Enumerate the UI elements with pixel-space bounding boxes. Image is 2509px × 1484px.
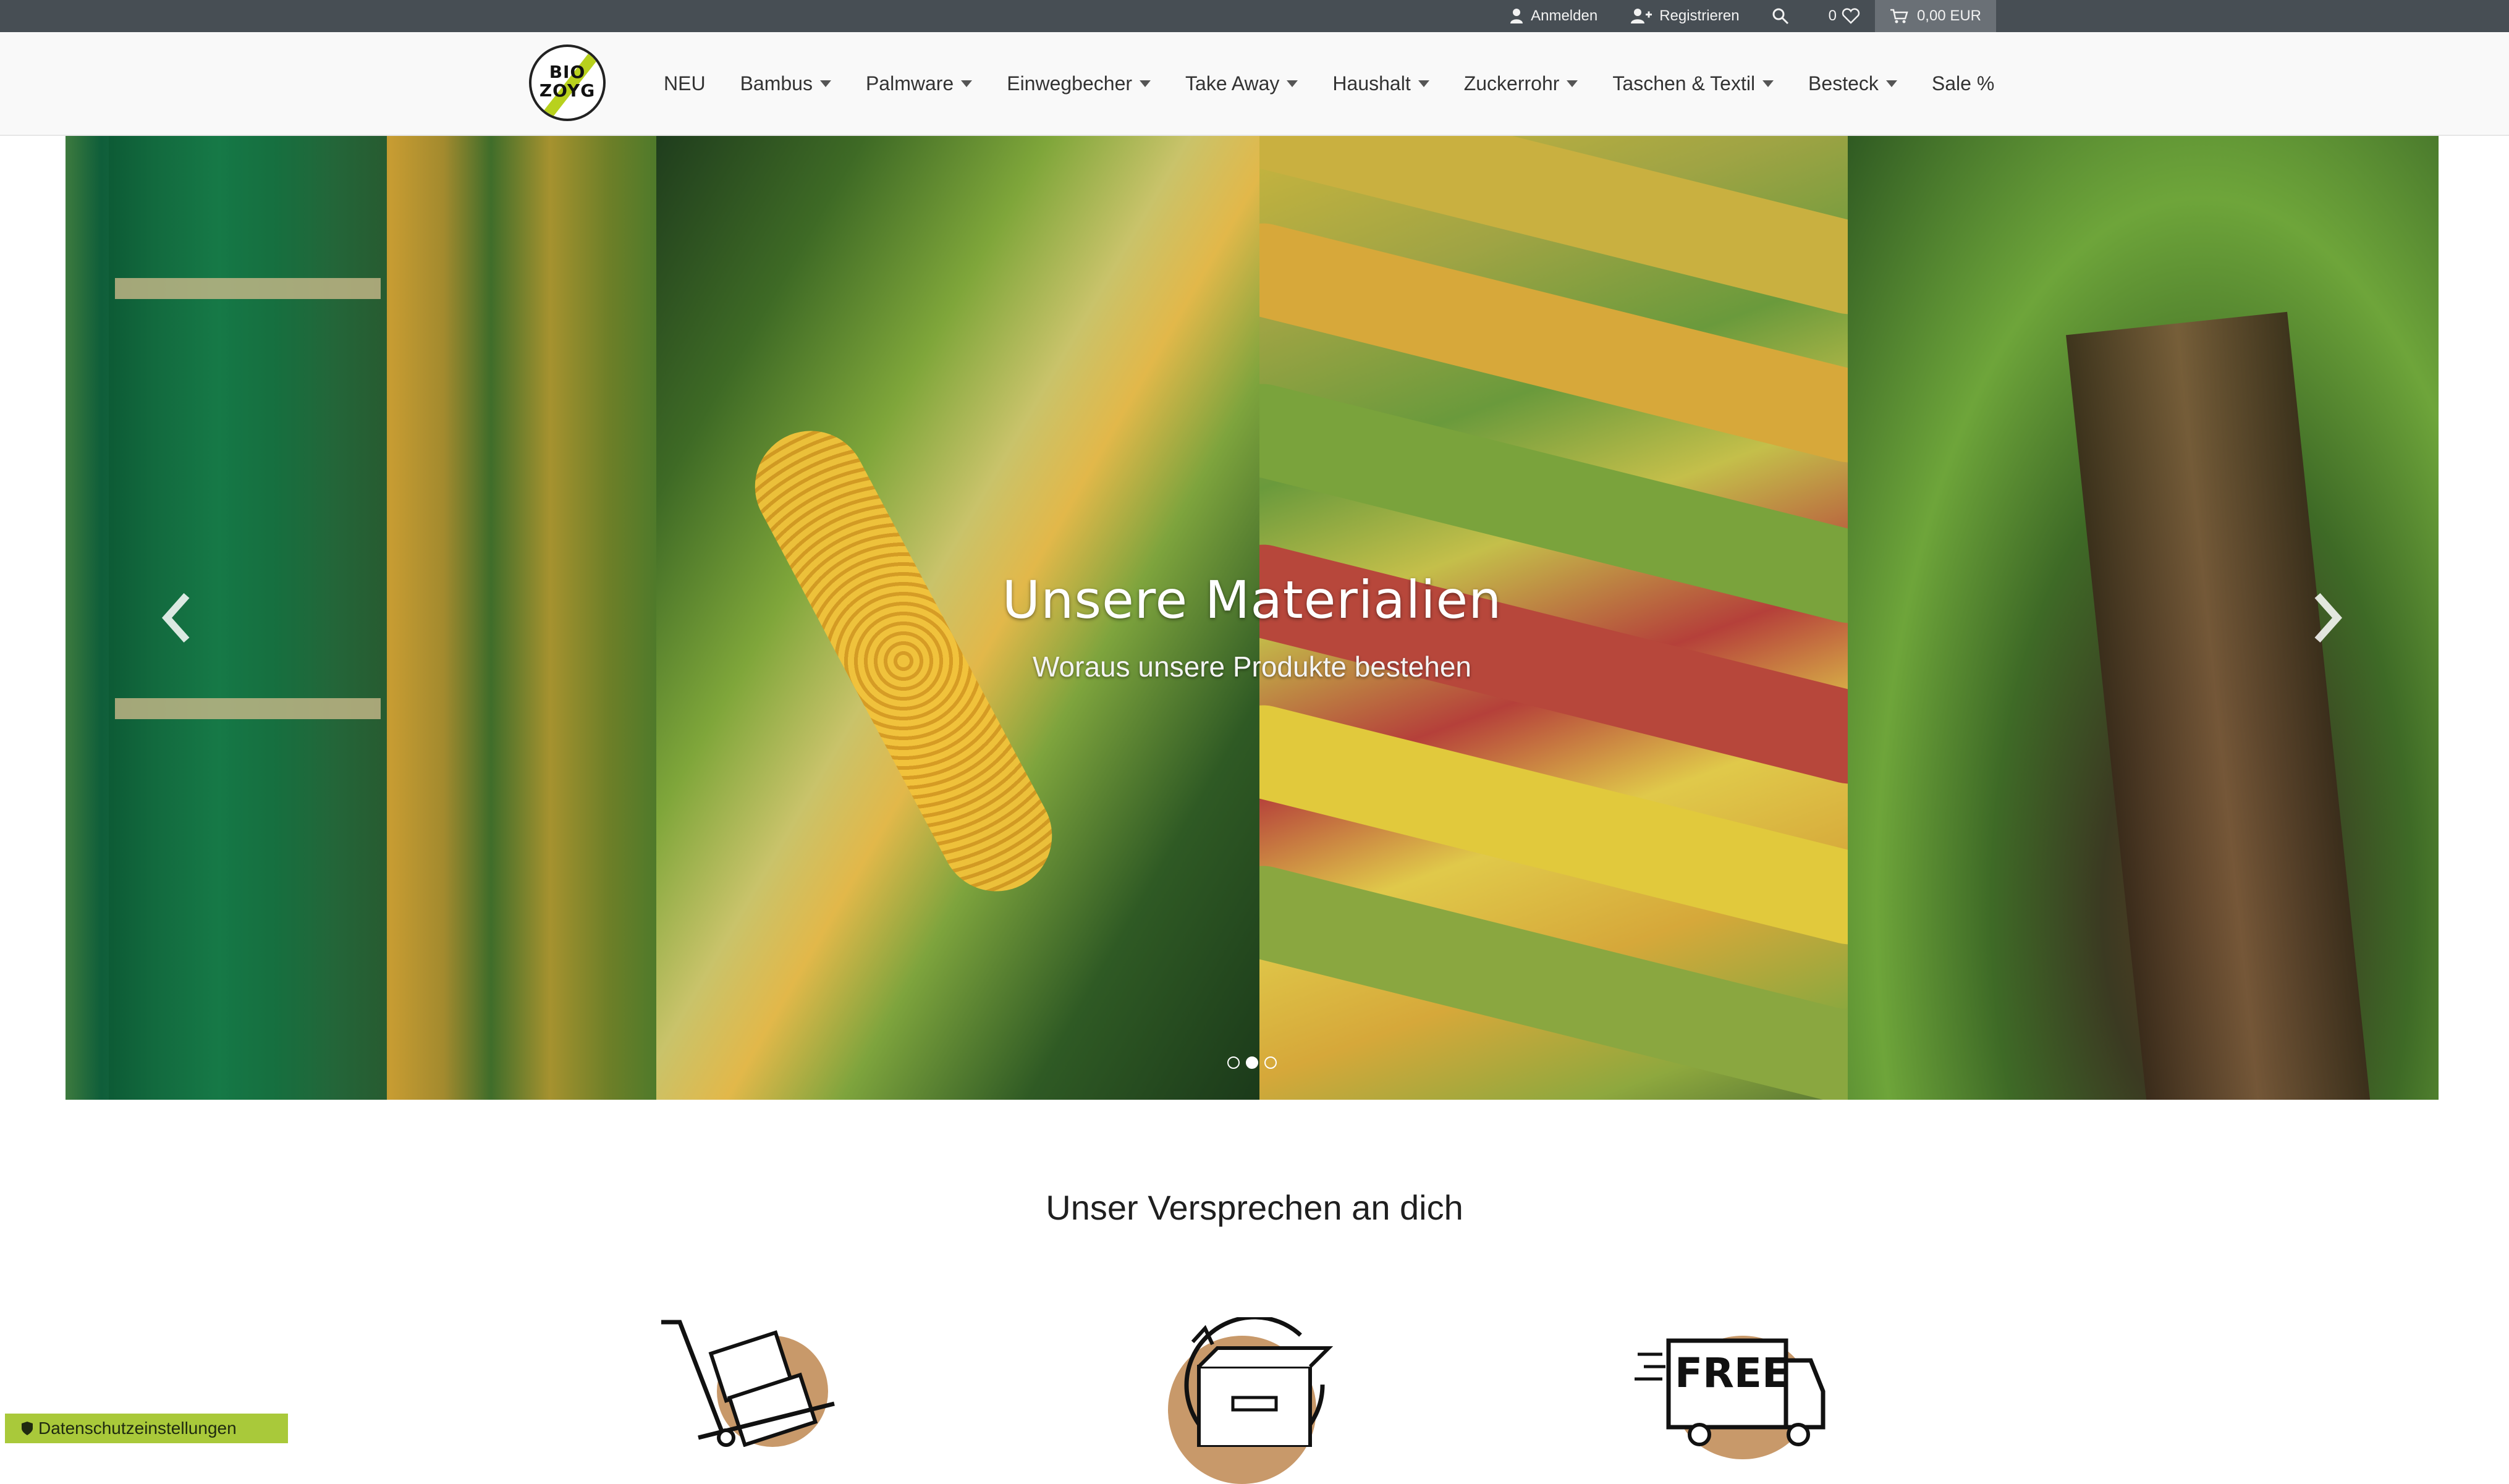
hero-slider: Unsere Materialien Woraus unsere Produkt…: [66, 136, 2439, 1100]
user-plus-icon: [1631, 9, 1652, 23]
heart-icon: [1842, 8, 1860, 24]
menu-item-einwegbecher[interactable]: Einwegbecher: [1007, 72, 1151, 95]
menu-item-label: Take Away: [1185, 72, 1280, 95]
cart-button[interactable]: 0,00 EUR: [1874, 0, 1996, 32]
menu-item-label: Palmware: [865, 72, 954, 95]
return-box-drawing: [1184, 1317, 1334, 1447]
slider-dot[interactable]: [1246, 1056, 1258, 1069]
menu-item-palmware[interactable]: Palmware: [865, 72, 973, 95]
bamboo-node: [115, 698, 381, 719]
register-link[interactable]: Registrieren: [1630, 7, 1740, 25]
caret-down-icon: [1567, 80, 1578, 87]
menu-item-label: Haushalt: [1332, 72, 1411, 95]
return-box-icon: [1156, 1317, 1353, 1484]
bamboo-node: [115, 278, 381, 299]
slider-next-button[interactable]: [2309, 587, 2346, 649]
wishlist-count: 0: [1828, 7, 1837, 24]
menu-item-label: NEU: [664, 72, 706, 95]
caret-down-icon: [1418, 80, 1429, 87]
slider-dot[interactable]: [1227, 1056, 1240, 1069]
chevron-left-icon: [162, 593, 190, 643]
login-link[interactable]: Anmelden: [1510, 7, 1597, 25]
menu-item-sale[interactable]: Sale %: [1932, 72, 1994, 95]
logo-line-2: ZOYG: [539, 80, 596, 101]
register-label: Registrieren: [1659, 7, 1740, 24]
top-bar: Anmelden Registrieren 0 0,00 EUR: [0, 0, 2509, 32]
promise-title: Unser Versprechen an dich: [1046, 1188, 1463, 1227]
privacy-settings-button[interactable]: Datenschutzeinstellungen: [5, 1414, 288, 1443]
wishlist-link[interactable]: 0: [1829, 7, 1860, 25]
menu-bar: NEU Bambus Palmware Einwegbecher Take Away Ha…: [664, 32, 2029, 135]
caret-down-icon: [961, 80, 973, 87]
menu-item-take-away[interactable]: Take Away: [1185, 72, 1298, 95]
cart-total: 0,00 EUR: [1916, 7, 1981, 24]
free-delivery-truck-icon: FREE: [1631, 1317, 1829, 1459]
menu-item-label: Besteck: [1808, 72, 1879, 95]
menu-item-bambus[interactable]: Bambus: [740, 72, 831, 95]
menu-item-haushalt[interactable]: Haushalt: [1332, 72, 1429, 95]
hero-title: Unsere Materialien: [1002, 570, 1502, 630]
caret-down-icon: [819, 80, 831, 87]
caret-down-icon: [1140, 80, 1151, 87]
search-icon: [1772, 8, 1788, 25]
site-logo[interactable]: BIO ZOYG: [529, 44, 606, 121]
hand-truck-drawing: [661, 1320, 835, 1447]
menu-item-neu[interactable]: NEU: [664, 72, 706, 95]
cart-icon: [1890, 9, 1908, 23]
menu-item-taschen-textil[interactable]: Taschen & Textil: [1612, 72, 1774, 95]
logo-line-1: BIO: [549, 62, 586, 82]
slider-indicators: [66, 1056, 2439, 1069]
search-button[interactable]: [1772, 7, 1796, 25]
menu-item-label: Sale %: [1931, 72, 1995, 95]
caret-down-icon: [1762, 80, 1774, 87]
logo-text: BIO ZOYG: [531, 63, 603, 100]
chevron-right-icon: [2314, 593, 2342, 643]
caret-down-icon: [1885, 80, 1897, 87]
hand-truck-box-icon: [655, 1317, 853, 1447]
slider-dot[interactable]: [1264, 1056, 1277, 1069]
slider-prev-button[interactable]: [158, 587, 195, 649]
menu-item-besteck[interactable]: Besteck: [1808, 72, 1897, 95]
hero-subtitle: Woraus unsere Produkte bestehen: [1032, 651, 1472, 683]
free-label: FREE: [1675, 1349, 1790, 1397]
tree-trunk: [2066, 311, 2371, 1100]
caret-down-icon: [1287, 80, 1298, 87]
menu-item-label: Taschen & Textil: [1612, 72, 1756, 95]
user-icon: [1510, 9, 1523, 23]
menu-item-label: Bambus: [740, 72, 813, 95]
privacy-label: Datenschutzeinstellungen: [38, 1419, 237, 1438]
menu-item-zuckerrohr[interactable]: Zuckerrohr: [1464, 72, 1578, 95]
top-bar-actions: Anmelden Registrieren 0 0,00 EUR: [1478, 0, 1996, 32]
menu-item-label: Zuckerrohr: [1463, 72, 1560, 95]
menu-item-label: Einwegbecher: [1007, 72, 1133, 95]
main-navigation: BIO ZOYG NEU Bambus Palmware Einwegbecher Ta…: [0, 32, 2509, 136]
login-label: Anmelden: [1531, 7, 1598, 24]
shield-icon: [22, 1422, 33, 1435]
